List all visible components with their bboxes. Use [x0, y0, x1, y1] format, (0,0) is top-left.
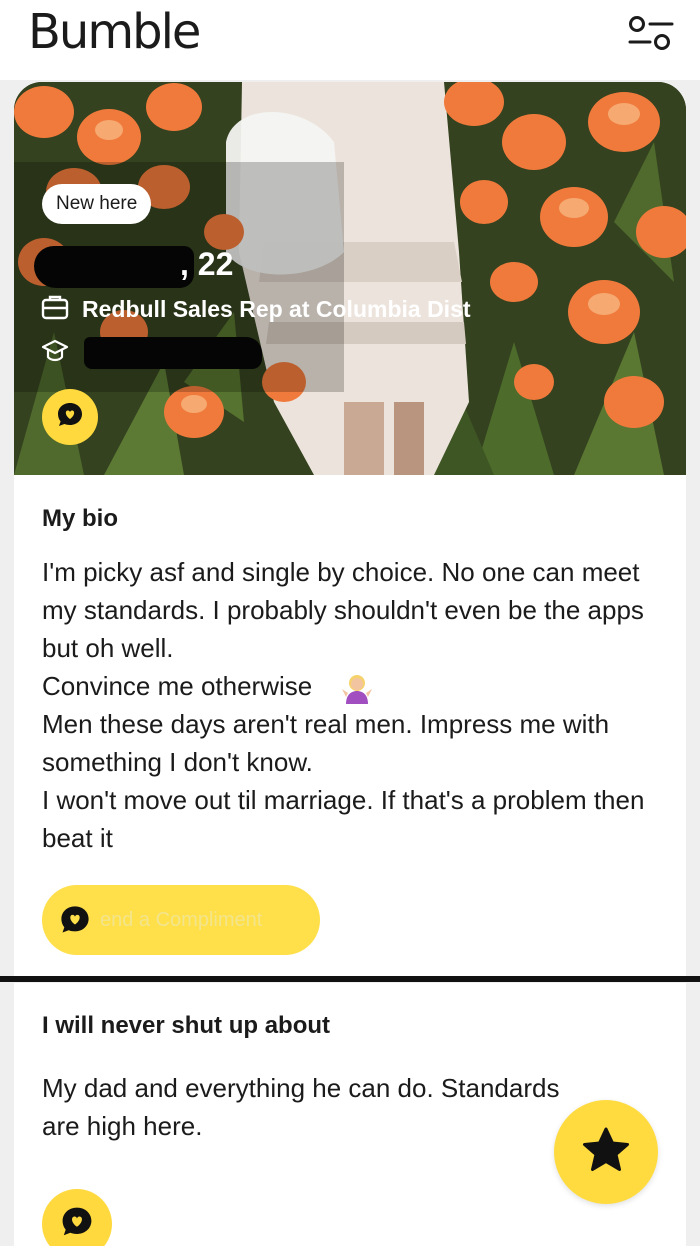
job-row: Redbull Sales Rep at Columbia Dist — [40, 294, 471, 324]
chat-heart-icon — [55, 400, 85, 435]
top-bar: Bumble — [0, 0, 700, 80]
app-logo: Bumble — [28, 4, 201, 60]
superswipe-button[interactable] — [554, 1100, 658, 1204]
prompt-chat-button[interactable] — [42, 1189, 112, 1246]
education-redaction — [84, 337, 262, 369]
filter-sliders-icon[interactable] — [622, 8, 678, 58]
woman-shrugging-emoji — [340, 671, 374, 705]
chat-heart-icon — [59, 1204, 95, 1245]
star-icon — [581, 1126, 631, 1179]
name-redaction — [34, 246, 194, 288]
education-row — [40, 336, 262, 370]
prompt-heading: I will never shut up about — [42, 1012, 331, 1039]
profile-card[interactable]: New here , 22 Redbull Sales Rep at Colum… — [14, 82, 686, 980]
prompt-answer: My dad and everything he can do. Standar… — [42, 1073, 560, 1141]
chat-heart-button[interactable] — [42, 389, 98, 445]
graduation-cap-icon — [40, 336, 70, 371]
send-compliment-button[interactable]: end a Compliment — [42, 885, 320, 955]
profile-photo[interactable]: New here , 22 Redbull Sales Rep at Colum… — [14, 82, 686, 475]
send-compliment-label: end a Compliment — [100, 908, 263, 931]
job-title: Redbull Sales Rep at Columbia Dist — [82, 295, 471, 322]
bio-heading: My bio — [42, 505, 118, 532]
new-here-badge: New here — [42, 184, 152, 224]
profile-age: , 22 — [180, 246, 234, 282]
briefcase-icon — [40, 293, 70, 326]
section-divider — [0, 976, 700, 982]
chat-heart-icon — [52, 897, 98, 943]
